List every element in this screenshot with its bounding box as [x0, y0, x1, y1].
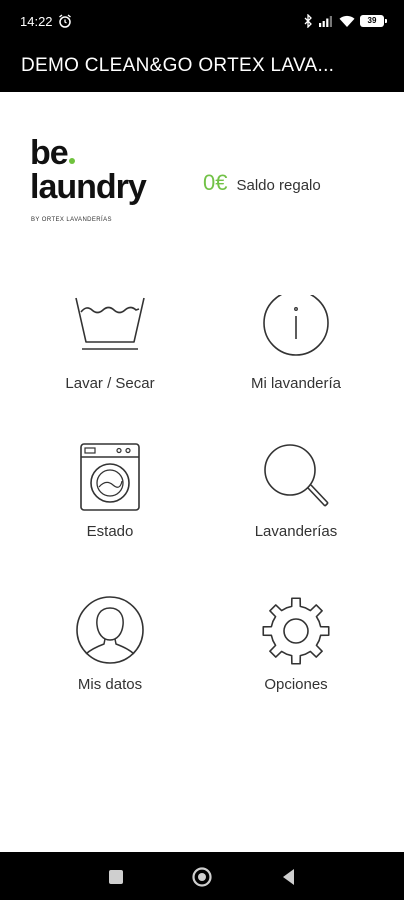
user-icon [76, 596, 144, 664]
home-circle-icon[interactable] [191, 866, 213, 888]
status-label: Estado [86, 523, 134, 540]
status-time: 14:22 [20, 14, 53, 29]
options-label: Opciones [264, 676, 328, 693]
search-icon [264, 444, 329, 507]
my-data-button[interactable]: Mis datos [15, 596, 205, 716]
wash-basin-icon [75, 297, 145, 350]
options-button[interactable]: Opciones [201, 596, 391, 716]
system-nav-bar [0, 852, 404, 900]
app-bar: DEMO CLEAN&GO ORTEX LAVA... [0, 40, 404, 92]
logo-be: be [30, 134, 69, 172]
bluetooth-icon [304, 14, 312, 28]
my-laundry-label: Mi lavandería [250, 375, 342, 392]
my-laundry-button[interactable]: Mi lavandería [201, 295, 391, 415]
logo-tagline: BY ORTEX LAVANDERÍAS [31, 217, 112, 223]
status-icons: 39 [304, 13, 387, 29]
balance-amount: 0€ [203, 170, 228, 195]
wash-dry-label: Lavar / Secar [65, 375, 155, 392]
battery-icon: 39 [360, 15, 387, 27]
be-laundry-logo: be laundry BY ORTEX LAVANDERÍAS [30, 135, 175, 230]
logo-laundry: laundry [30, 168, 147, 206]
info-icon [263, 295, 329, 356]
wash-dry-button[interactable]: Lavar / Secar [15, 295, 205, 415]
my-data-label: Mis datos [77, 676, 143, 693]
laundries-button[interactable]: Lavanderías [201, 443, 391, 563]
laundries-label: Lavanderías [254, 523, 338, 540]
recents-square-icon[interactable] [105, 866, 127, 888]
logo-dot [68, 158, 75, 164]
status-bar: 14:22 39 [0, 0, 404, 40]
gift-balance: 0€ Saldo regalo [203, 170, 321, 196]
balance-label: Saldo regalo [236, 177, 321, 194]
back-triangle-icon[interactable] [278, 866, 300, 888]
wifi-icon [339, 15, 355, 27]
washing-machine-icon [80, 443, 140, 511]
status-button[interactable]: Estado [15, 443, 205, 563]
gear-icon [262, 597, 330, 665]
battery-level: 39 [367, 16, 377, 25]
signal-icon [319, 16, 332, 27]
alarm-icon [59, 14, 71, 28]
app-title: DEMO CLEAN&GO ORTEX LAVA... [21, 55, 335, 76]
